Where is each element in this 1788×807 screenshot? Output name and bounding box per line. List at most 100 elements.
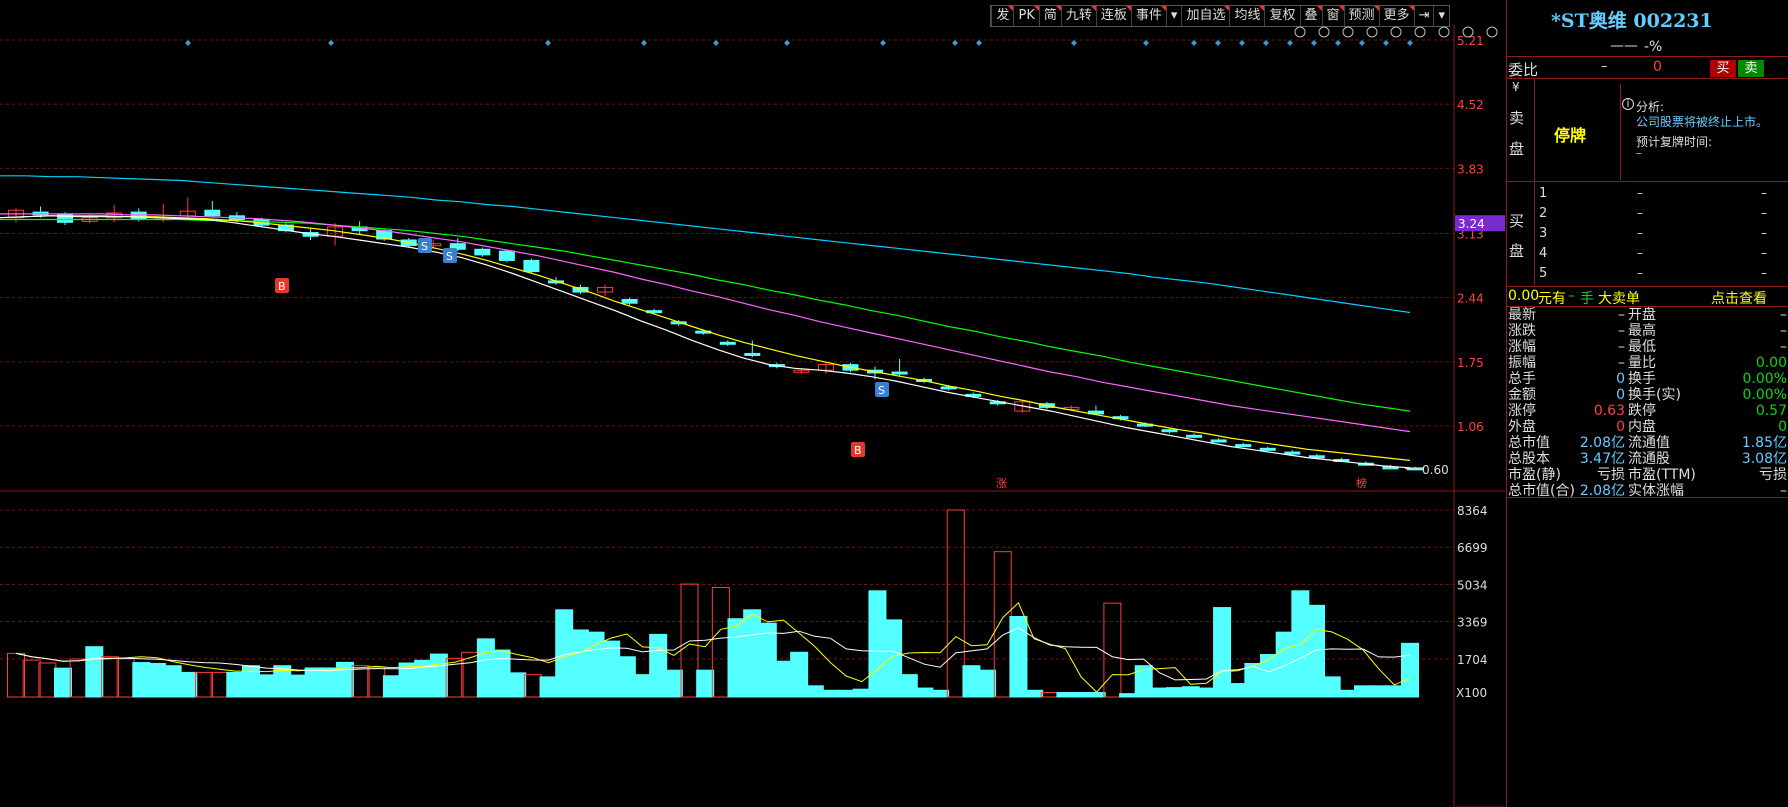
analysis-text: 公司股票将被终止上市。 [1636, 115, 1769, 129]
hand-icon [1414, 26, 1426, 38]
buy-label-1: 买 [1509, 212, 1525, 230]
toolbar-item-0[interactable]: 发 [991, 6, 1014, 26]
stat-label-0: 最新 [1508, 307, 1536, 323]
candle-body-48 [1186, 434, 1203, 438]
volume-bar-23 [367, 666, 386, 698]
event-diamond-2 [545, 40, 551, 46]
toolbar-item-15[interactable]: ▾ [1433, 6, 1449, 26]
zoom-icon [1294, 26, 1306, 38]
toolbar-item-6[interactable]: ▾ [1165, 6, 1182, 26]
event-diamond-8 [976, 40, 982, 46]
toolbar-item-10[interactable]: 叠 [1299, 6, 1322, 26]
candle-body-8 [204, 209, 221, 217]
toolbar-item-3[interactable]: 九转 [1060, 6, 1096, 26]
volume-bar-48 [758, 622, 777, 698]
volume-bar-76 [1197, 687, 1216, 698]
volume-bar-77 [1213, 607, 1232, 698]
toolbar-item-2[interactable]: 简 [1038, 6, 1061, 26]
weibi-label: 委比 [1508, 61, 1539, 79]
volume-bar-58 [915, 687, 934, 698]
event-diamond-11 [1191, 40, 1197, 46]
volume-bar-74 [1166, 687, 1185, 698]
volume-bar-33 [523, 674, 542, 698]
stat-label-right-4: 换手 [1628, 371, 1656, 387]
stat-value-right-7: 0 [1778, 419, 1787, 435]
pen-icon [1318, 26, 1330, 38]
volume-bar-72 [1134, 665, 1153, 698]
stat-label-6: 涨停 [1508, 403, 1536, 419]
volume-bar-14 [226, 671, 245, 698]
volume-bar-19 [304, 667, 323, 698]
candle-body-30 [744, 352, 761, 356]
candle-body-36 [891, 371, 908, 375]
volume-bar-70 [1103, 602, 1122, 698]
volume-bar-2 [38, 662, 57, 698]
volume-bar-81 [1275, 631, 1294, 698]
volume-bar-55 [868, 590, 887, 698]
toolbar-item-7[interactable]: 加自选 [1181, 6, 1230, 26]
stat-label-right-6: 跌停 [1628, 403, 1656, 419]
sell-label-1: 卖 [1509, 109, 1525, 127]
suspended-status: 停牌 [1554, 126, 1587, 145]
stat-label-7: 外盘 [1508, 419, 1536, 435]
volume-bar-63 [993, 551, 1012, 698]
volume-bar-6 [100, 656, 119, 698]
stat-label-right-0: 开盘 [1628, 307, 1656, 323]
volume-bar-88 [1385, 685, 1404, 698]
candle-body-19 [474, 248, 491, 256]
toolbar-item-4[interactable]: 连板 [1095, 6, 1131, 26]
volume-bar-30 [476, 638, 495, 698]
event-diamond-4 [713, 40, 719, 46]
stat-value-1: – [1618, 323, 1625, 339]
volume-bar-52 [821, 689, 840, 698]
buy-level-4: 4 [1539, 246, 1548, 261]
sell-label-2: 盘 [1509, 140, 1525, 158]
buy-level-5-value-0: – [1637, 266, 1643, 280]
stat-value-5: 0 [1616, 387, 1625, 403]
event-diamond-13 [1239, 40, 1245, 46]
event-diamond-17 [1335, 40, 1341, 46]
event-diamond-18 [1359, 40, 1365, 46]
event-diamond-16 [1311, 40, 1317, 46]
volume-bar-27 [429, 653, 448, 698]
toolbar-item-11[interactable]: 窗 [1321, 6, 1344, 26]
toolbar-item-9[interactable]: 复权 [1264, 6, 1299, 26]
volume-bar-86 [1354, 685, 1373, 698]
last-price-label: 0.60 [1422, 463, 1449, 477]
resume-value: – [1636, 146, 1642, 160]
sell-button[interactable]: 卖 [1738, 60, 1764, 77]
toolbar-item-5[interactable]: 事件 [1130, 6, 1166, 26]
kline-chart[interactable]: 5.214.523.833.132.441.751.063.240.60BSSB… [0, 25, 1505, 807]
volume-bar-65 [1025, 689, 1044, 698]
stat-value-right-8: 1.85亿 [1741, 435, 1787, 451]
candle-body-52 [1284, 451, 1301, 455]
toolbar-item-13[interactable]: 更多 [1378, 6, 1414, 26]
volume-bar-42 [664, 669, 683, 698]
sell-yen-label: ¥ [1512, 80, 1520, 94]
buy-level-4-value-1: – [1761, 246, 1767, 260]
buy-button[interactable]: 买 [1710, 60, 1736, 77]
weibi-value2: 0 [1653, 59, 1662, 75]
trade-marker-label-3: B [854, 444, 862, 457]
ma30-line [0, 218, 1411, 412]
candle-body-5 [130, 211, 147, 221]
volume-bar-0 [7, 652, 25, 698]
toolbar-item-1[interactable]: PK [1013, 6, 1040, 26]
event-diamond-9 [1071, 40, 1077, 46]
big-order-dash: – [1568, 288, 1575, 304]
toolbar-item-14[interactable]: ⇥ [1413, 6, 1434, 26]
toolbar-item-12[interactable]: 预测 [1343, 6, 1379, 26]
volume-bar-89 [1401, 642, 1419, 698]
event-diamond-14 [1263, 40, 1269, 46]
event-diamond-12 [1215, 40, 1221, 46]
volume-bar-20 [320, 667, 339, 698]
buy-level-5-value-1: – [1761, 266, 1767, 280]
current-price-label: 3.24 [1458, 217, 1485, 231]
click-view-link[interactable]: 点击查看 [1711, 288, 1767, 308]
ma5-line [0, 215, 1411, 469]
toolbar-item-8[interactable]: 均线 [1229, 6, 1265, 26]
volume-bar-1 [22, 659, 41, 698]
volume-bar-60 [946, 509, 965, 698]
stat-label-1: 涨跌 [1508, 323, 1536, 339]
volume-bar-39 [617, 656, 636, 698]
